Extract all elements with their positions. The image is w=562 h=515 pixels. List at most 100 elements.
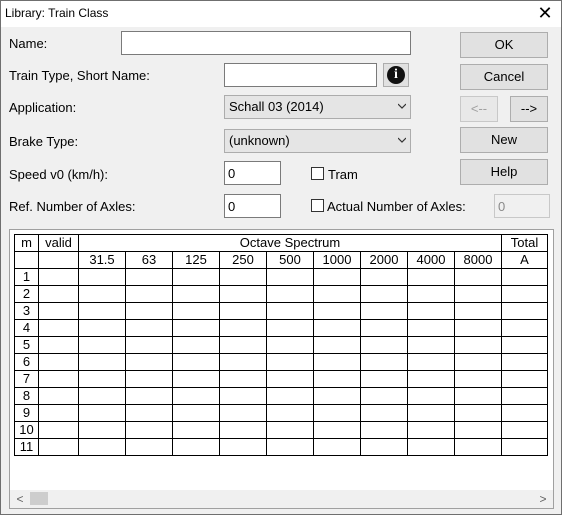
spectrum-cell[interactable] — [125, 268, 173, 286]
spectrum-cell[interactable] — [219, 438, 267, 456]
spectrum-cell[interactable] — [172, 319, 220, 337]
spectrum-cell[interactable] — [454, 319, 502, 337]
spectrum-cell[interactable] — [78, 387, 126, 405]
spectrum-cell[interactable] — [407, 404, 455, 422]
spectrum-cell[interactable] — [219, 285, 267, 303]
spectrum-cell[interactable] — [360, 285, 408, 303]
total-cell[interactable] — [501, 387, 548, 405]
spectrum-cell[interactable] — [266, 421, 314, 439]
spectrum-cell[interactable] — [266, 353, 314, 371]
scroll-right-icon[interactable]: > — [535, 491, 551, 507]
spectrum-cell[interactable] — [407, 421, 455, 439]
spectrum-cell[interactable] — [172, 387, 220, 405]
spectrum-cell[interactable] — [78, 438, 126, 456]
valid-cell[interactable] — [38, 370, 79, 388]
valid-cell[interactable] — [38, 336, 79, 354]
spectrum-cell[interactable] — [219, 268, 267, 286]
tram-checkbox[interactable] — [311, 167, 324, 180]
spectrum-cell[interactable] — [266, 438, 314, 456]
spectrum-cell[interactable] — [172, 421, 220, 439]
spectrum-cell[interactable] — [78, 336, 126, 354]
spectrum-cell[interactable] — [360, 387, 408, 405]
spectrum-cell[interactable] — [125, 404, 173, 422]
valid-cell[interactable] — [38, 268, 79, 286]
spectrum-cell[interactable] — [454, 387, 502, 405]
total-cell[interactable] — [501, 319, 548, 337]
spectrum-cell[interactable] — [78, 319, 126, 337]
spectrum-cell[interactable] — [407, 319, 455, 337]
valid-cell[interactable] — [38, 319, 79, 337]
spectrum-cell[interactable] — [313, 285, 361, 303]
valid-cell[interactable] — [38, 387, 79, 405]
total-cell[interactable] — [501, 421, 548, 439]
spectrum-cell[interactable] — [125, 336, 173, 354]
name-input[interactable] — [121, 31, 411, 55]
spectrum-cell[interactable] — [313, 404, 361, 422]
scroll-left-icon[interactable]: < — [12, 491, 28, 507]
spectrum-cell[interactable] — [266, 387, 314, 405]
spectrum-cell[interactable] — [407, 285, 455, 303]
valid-cell[interactable] — [38, 438, 79, 456]
total-cell[interactable] — [501, 370, 548, 388]
spectrum-cell[interactable] — [360, 302, 408, 320]
spectrum-cell[interactable] — [78, 268, 126, 286]
spectrum-cell[interactable] — [125, 370, 173, 388]
spectrum-cell[interactable] — [407, 336, 455, 354]
spectrum-cell[interactable] — [125, 421, 173, 439]
spectrum-cell[interactable] — [125, 387, 173, 405]
spectrum-cell[interactable] — [266, 370, 314, 388]
valid-cell[interactable] — [38, 302, 79, 320]
spectrum-cell[interactable] — [125, 319, 173, 337]
spectrum-cell[interactable] — [454, 421, 502, 439]
spectrum-cell[interactable] — [172, 268, 220, 286]
spectrum-cell[interactable] — [172, 285, 220, 303]
spectrum-cell[interactable] — [313, 336, 361, 354]
info-button[interactable]: i — [383, 63, 409, 87]
spectrum-cell[interactable] — [407, 353, 455, 371]
spectrum-cell[interactable] — [360, 404, 408, 422]
valid-cell[interactable] — [38, 353, 79, 371]
spectrum-cell[interactable] — [454, 285, 502, 303]
spectrum-cell[interactable] — [454, 353, 502, 371]
spectrum-cell[interactable] — [266, 268, 314, 286]
speed-input[interactable] — [224, 161, 281, 185]
spectrum-cell[interactable] — [125, 285, 173, 303]
short-name-input[interactable] — [224, 63, 377, 87]
spectrum-cell[interactable] — [266, 302, 314, 320]
close-icon[interactable]: ✕ — [535, 3, 555, 23]
spectrum-cell[interactable] — [360, 353, 408, 371]
total-cell[interactable] — [501, 438, 548, 456]
spectrum-cell[interactable] — [219, 353, 267, 371]
spectrum-cell[interactable] — [360, 319, 408, 337]
spectrum-cell[interactable] — [407, 268, 455, 286]
spectrum-cell[interactable] — [125, 302, 173, 320]
spectrum-cell[interactable] — [219, 370, 267, 388]
spectrum-cell[interactable] — [313, 353, 361, 371]
valid-cell[interactable] — [38, 404, 79, 422]
spectrum-cell[interactable] — [407, 302, 455, 320]
spectrum-cell[interactable] — [313, 438, 361, 456]
spectrum-cell[interactable] — [313, 302, 361, 320]
spectrum-cell[interactable] — [266, 319, 314, 337]
spectrum-cell[interactable] — [172, 438, 220, 456]
spectrum-cell[interactable] — [313, 319, 361, 337]
spectrum-cell[interactable] — [219, 336, 267, 354]
spectrum-cell[interactable] — [219, 404, 267, 422]
valid-cell[interactable] — [38, 421, 79, 439]
spectrum-cell[interactable] — [360, 421, 408, 439]
spectrum-cell[interactable] — [78, 404, 126, 422]
spectrum-cell[interactable] — [172, 336, 220, 354]
spectrum-cell[interactable] — [78, 285, 126, 303]
spectrum-cell[interactable] — [407, 387, 455, 405]
horizontal-scrollbar[interactable]: < > — [10, 490, 553, 508]
total-cell[interactable] — [501, 285, 548, 303]
total-cell[interactable] — [501, 404, 548, 422]
spectrum-cell[interactable] — [219, 302, 267, 320]
spectrum-cell[interactable] — [219, 421, 267, 439]
spectrum-cell[interactable] — [407, 370, 455, 388]
spectrum-cell[interactable] — [172, 302, 220, 320]
brake-type-select[interactable]: (unknown) — [224, 129, 411, 153]
spectrum-cell[interactable] — [266, 336, 314, 354]
scroll-thumb[interactable] — [30, 492, 48, 505]
spectrum-cell[interactable] — [407, 438, 455, 456]
